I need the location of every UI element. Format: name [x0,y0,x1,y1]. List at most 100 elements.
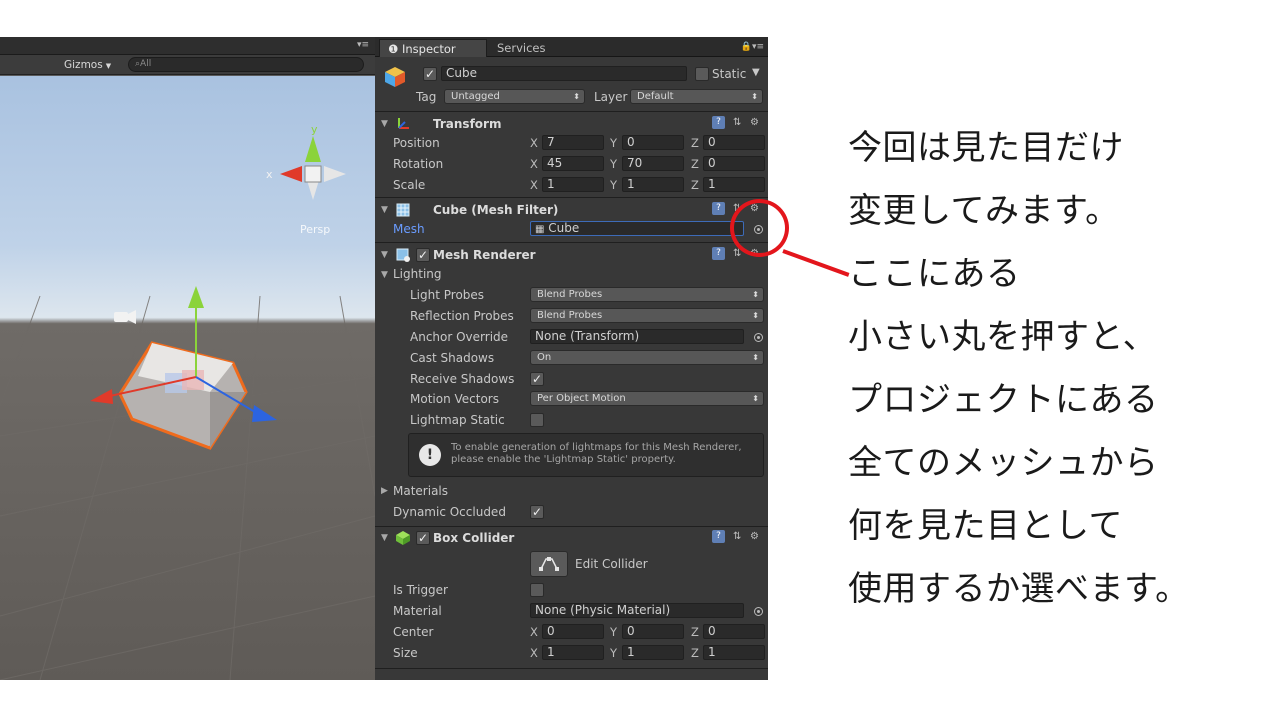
cast-shadows-dropdown[interactable]: On ⬍ [530,350,764,365]
scene-search-input[interactable]: ⌕All [128,57,364,72]
panel-menu-icon[interactable]: ▾≡ [357,40,369,50]
annotation-line: 今回は見た目だけ [848,128,1124,168]
y-axis-label[interactable]: Y [610,157,617,171]
rotation-y-field[interactable]: 70 [622,156,684,171]
motion-vectors-dropdown[interactable]: Per Object Motion ⬍ [530,391,764,406]
box-collider-header[interactable]: Box Collider [433,531,514,545]
gear-icon[interactable]: ⚙ [750,116,759,130]
presets-icon[interactable]: ⇅ [733,116,741,130]
position-y-field[interactable]: 0 [622,135,684,150]
box-collider-enabled-checkbox[interactable]: ✓ [416,531,430,545]
scale-x-field[interactable]: 1 [542,177,604,192]
lightmap-static-checkbox[interactable] [530,413,544,427]
active-checkbox[interactable]: ✓ [423,67,437,81]
fold-arrow-icon[interactable]: ▼ [381,205,388,215]
size-z-field[interactable]: 1 [703,645,765,660]
z-axis-label[interactable]: Z [691,157,699,171]
y-axis-label[interactable]: Y [610,136,617,150]
object-name-field[interactable]: Cube [441,66,687,81]
lock-icon[interactable]: 🔒▾≡ [741,42,764,52]
fold-arrow-icon[interactable]: ▼ [381,250,388,260]
help-icon[interactable]: ? [712,202,725,215]
gear-icon[interactable]: ⚙ [750,530,759,544]
cube-icon [385,67,405,87]
edit-collider-label: Edit Collider [575,557,648,571]
lightmap-help-box: ! To enable generation of lightmaps for … [408,433,764,477]
position-x-field[interactable]: 7 [542,135,604,150]
scale-z-field[interactable]: 1 [703,177,765,192]
gizmos-dropdown[interactable]: Gizmos ▼ [60,58,115,72]
edit-collider-button[interactable] [530,551,568,577]
x-axis-label[interactable]: X [530,178,538,192]
divider [375,197,768,198]
anchor-override-field[interactable]: None (Transform) [530,329,744,344]
mesh-filter-header[interactable]: Cube (Mesh Filter) [433,203,558,217]
materials-foldout[interactable]: Materials [393,484,448,498]
dynamic-occluded-checkbox[interactable]: ✓ [530,505,544,519]
highlight-pointer-line [782,249,850,277]
x-axis-label[interactable]: X [530,157,538,171]
inspector-tabs: ❶ Inspector Services 🔒▾≡ [375,37,768,57]
camera-icon[interactable] [114,310,136,324]
y-axis-label[interactable]: Y [610,646,617,660]
light-probes-dropdown[interactable]: Blend Probes ⬍ [530,287,764,302]
center-y-field[interactable]: 0 [622,624,684,639]
anchor-object-picker-icon[interactable] [754,333,763,342]
z-axis-label[interactable]: Z [691,136,699,150]
mesh-renderer-enabled-checkbox[interactable]: ✓ [416,248,430,262]
orientation-gizmo[interactable]: y x [266,123,346,200]
is-trigger-checkbox[interactable] [530,583,544,597]
presets-icon[interactable]: ⇅ [733,530,741,544]
center-x-field[interactable]: 0 [542,624,604,639]
collider-material-field[interactable]: None (Physic Material) [530,603,744,618]
y-axis-label[interactable]: Y [610,625,617,639]
mesh-renderer-header[interactable]: Mesh Renderer [433,248,536,262]
light-probes-value: Blend Probes [537,289,603,300]
tag-dropdown[interactable]: Untagged ⬍ [444,89,585,104]
z-axis-label[interactable]: Z [691,178,699,192]
receive-shadows-checkbox[interactable]: ✓ [530,372,544,386]
position-z-field[interactable]: 0 [703,135,765,150]
box-collider-icon [396,531,410,545]
layer-dropdown[interactable]: Default ⬍ [630,89,763,104]
rotation-x-field[interactable]: 45 [542,156,604,171]
fold-arrow-icon[interactable]: ▼ [381,270,388,280]
scale-y-field[interactable]: 1 [622,177,684,192]
lighting-foldout[interactable]: Lighting [393,267,442,281]
selected-cube[interactable] [90,286,277,450]
x-axis-label[interactable]: X [530,625,538,639]
tab-inspector[interactable]: ❶ Inspector [379,39,487,57]
size-label: Size [393,646,418,660]
transform-header[interactable]: Transform [433,117,501,131]
help-icon[interactable]: ? [712,530,725,543]
highlight-circle [730,199,789,257]
static-checkbox[interactable] [695,67,709,81]
help-icon[interactable]: ? [712,116,725,129]
mesh-object-field[interactable]: ▦ Cube [530,221,744,236]
scene-view[interactable]: ▾≡ Gizmos ▼ ⌕All y x Persp [0,37,375,680]
y-axis-label[interactable]: Y [610,178,617,192]
info-icon: ❶ [388,42,399,56]
reflection-probes-dropdown[interactable]: Blend Probes ⬍ [530,308,764,323]
fold-arrow-icon[interactable]: ▶ [381,486,388,496]
scene-viewport[interactable]: y x Persp [0,76,375,680]
persp-label[interactable]: Persp [300,223,330,236]
z-axis-label[interactable]: Z [691,646,699,660]
static-dropdown-icon[interactable]: ▼ [752,66,760,80]
lightmap-static-label: Lightmap Static [410,413,505,427]
tab-services-label: Services [497,41,546,55]
material-object-picker-icon[interactable] [754,607,763,616]
fold-arrow-icon[interactable]: ▼ [381,533,388,543]
tab-services[interactable]: Services [489,39,554,57]
gizmos-label: Gizmos [64,59,103,71]
is-trigger-label: Is Trigger [393,583,448,597]
size-y-field[interactable]: 1 [622,645,684,660]
x-axis-label[interactable]: X [530,646,538,660]
z-axis-label[interactable]: Z [691,625,699,639]
fold-arrow-icon[interactable]: ▼ [381,119,388,129]
help-icon[interactable]: ? [712,247,725,260]
size-x-field[interactable]: 1 [542,645,604,660]
center-z-field[interactable]: 0 [703,624,765,639]
x-axis-label[interactable]: X [530,136,538,150]
rotation-z-field[interactable]: 0 [703,156,765,171]
